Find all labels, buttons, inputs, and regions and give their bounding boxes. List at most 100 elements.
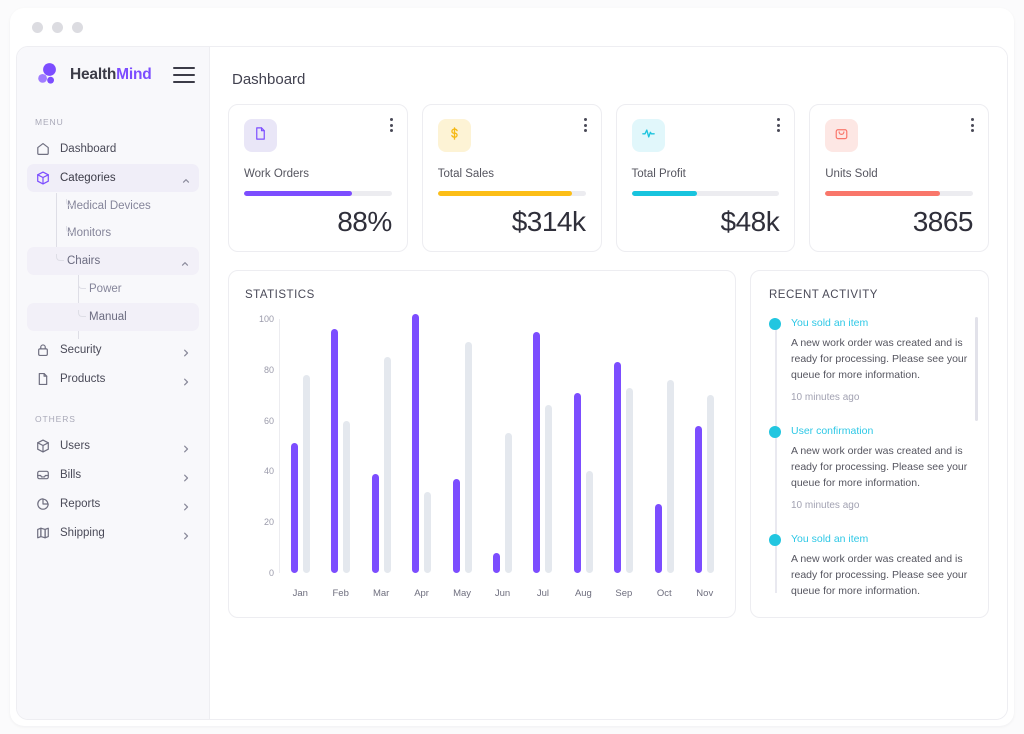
sidebar-item-dashboard[interactable]: Dashboard	[27, 135, 199, 163]
chevron-right-icon[interactable]	[181, 499, 191, 511]
chart-bar[interactable]	[626, 387, 634, 573]
chart-bar[interactable]	[464, 341, 472, 573]
chevron-right-icon[interactable]	[181, 528, 191, 540]
chevron-up-icon[interactable]	[181, 173, 191, 183]
chart-bar-group[interactable]: Feb	[320, 319, 360, 599]
chart-y-tick: 0	[268, 568, 274, 578]
kpi-card-total-profit[interactable]: Total Profit $48k	[615, 104, 796, 252]
chart-bar-group[interactable]: Aug	[563, 319, 603, 599]
sidebar-subitem-power-label: Power	[89, 283, 122, 295]
chart-bar[interactable]	[533, 331, 541, 573]
kpi-progress-track	[244, 191, 392, 196]
activity-item-title[interactable]: You sold an item	[791, 317, 972, 329]
sidebar-item-categories[interactable]: Categories	[27, 164, 199, 192]
chart-bar[interactable]	[573, 392, 581, 573]
kpi-progress-fill	[437, 191, 573, 196]
chart-bar[interactable]	[492, 552, 500, 573]
chart-bar[interactable]	[695, 425, 703, 573]
sidebar-subitem-medical-devices[interactable]: Medical Devices	[27, 193, 199, 219]
sidebar-item-products[interactable]: Products	[27, 365, 199, 393]
kpi-label: Units Sold	[825, 168, 878, 180]
cube-icon	[35, 170, 51, 186]
sidebar-subitem-power[interactable]: Power	[27, 276, 199, 302]
kpi-icon-container	[631, 119, 665, 152]
cube-icon	[35, 438, 51, 454]
chart-bar[interactable]	[614, 362, 622, 573]
chart-x-tick: Apr	[414, 588, 429, 599]
sidebar-item-reports[interactable]: Reports	[27, 490, 199, 518]
chart-bar[interactable]	[343, 420, 351, 573]
chart-bar-group[interactable]: Jul	[523, 319, 563, 599]
chart-x-tick: Nov	[696, 588, 714, 599]
chart-y-tick: 100	[258, 314, 274, 324]
chart-bar[interactable]	[331, 329, 339, 573]
chart-bar[interactable]	[412, 313, 420, 573]
window-traffic-lights	[32, 22, 83, 33]
sidebar-item-users[interactable]: Users	[27, 432, 199, 460]
activity-item-title[interactable]: User confirmation	[791, 425, 972, 437]
chart-bar-group[interactable]: Apr	[401, 313, 441, 599]
dollar-icon	[446, 125, 463, 147]
chart-y-tick: 60	[263, 415, 274, 426]
statistics-title: STATISTICS	[245, 289, 315, 301]
lock-icon	[35, 342, 51, 358]
kpi-more-options-button[interactable]	[777, 118, 781, 132]
kpi-more-options-button[interactable]	[971, 118, 974, 132]
minimize-window-dot[interactable]	[52, 22, 63, 33]
close-window-dot[interactable]	[32, 22, 43, 33]
chart-bar-group[interactable]: May	[442, 319, 482, 599]
kpi-card-row: Work Orders 88% Total Sales $314k Total …	[228, 104, 989, 252]
chart-bar[interactable]	[585, 471, 593, 573]
chart-bar[interactable]	[707, 395, 715, 573]
hamburger-menu-icon[interactable]	[173, 67, 195, 83]
sidebar-item-shipping[interactable]: Shipping	[27, 519, 199, 547]
healthmind-logo	[33, 61, 61, 89]
chart-bar-group[interactable]: Nov	[685, 319, 725, 599]
kpi-progress-fill	[244, 191, 352, 196]
kpi-progress-fill	[825, 191, 941, 196]
kpi-value: 88%	[337, 205, 392, 237]
sidebar-subitem-monitors[interactable]: Monitors	[27, 220, 199, 246]
sidebar-subitem-manual[interactable]: Manual	[27, 303, 199, 331]
chart-bar[interactable]	[371, 473, 379, 573]
chart-bar-group[interactable]: Jun	[482, 319, 522, 599]
chart-bar[interactable]	[424, 491, 432, 573]
chart-bar[interactable]	[290, 443, 298, 573]
chart-bar-group[interactable]: Oct	[644, 319, 684, 599]
kpi-icon-container	[437, 119, 471, 152]
activity-scrollbar[interactable]	[975, 317, 978, 421]
chevron-right-icon[interactable]	[181, 470, 191, 482]
kpi-more-options-button[interactable]	[583, 118, 587, 132]
chart-bar[interactable]	[452, 479, 460, 573]
kpi-more-options-button[interactable]	[389, 118, 393, 132]
chart-y-tick: 40	[263, 466, 274, 477]
activity-item[interactable]: You sold an item A new work order was cre…	[769, 533, 972, 599]
chart-bar[interactable]	[504, 433, 512, 573]
chart-bar[interactable]	[654, 504, 662, 573]
chart-x-tick: Sep	[615, 588, 633, 599]
activity-item[interactable]: User confirmation A new work order was cr…	[769, 425, 972, 511]
pie-chart-icon	[35, 496, 51, 512]
chart-bar[interactable]	[383, 357, 391, 573]
chart-bar[interactable]	[302, 374, 310, 573]
sidebar-item-bills[interactable]: Bills	[27, 461, 199, 489]
chart-bar-group[interactable]: Sep	[604, 319, 644, 599]
activity-item[interactable]: You sold an item A new work order was cre…	[769, 317, 972, 403]
kpi-value: 3865	[912, 205, 974, 237]
sidebar-subitem-chairs[interactable]: Chairs	[27, 247, 199, 275]
activity-item-title[interactable]: You sold an item	[791, 533, 972, 545]
sidebar-item-security[interactable]: Security	[27, 336, 199, 364]
chart-bar-group[interactable]: Mar	[361, 319, 401, 599]
chevron-up-icon[interactable]	[180, 256, 190, 266]
kpi-card-units-sold[interactable]: Units Sold 3865	[809, 104, 989, 252]
chevron-right-icon[interactable]	[181, 374, 191, 386]
statistics-panel: STATISTICS 0 20 40 60 80 100 Jan Feb Mar Apr May J…	[228, 270, 736, 618]
maximize-window-dot[interactable]	[72, 22, 83, 33]
chart-bar-group[interactable]: Jan	[280, 319, 320, 599]
chart-bar[interactable]	[666, 379, 674, 573]
chevron-right-icon[interactable]	[181, 345, 191, 357]
chevron-right-icon[interactable]	[181, 441, 191, 453]
kpi-card-work-orders[interactable]: Work Orders 88%	[228, 104, 408, 252]
chart-bar[interactable]	[545, 405, 553, 573]
kpi-card-total-sales[interactable]: Total Sales $314k	[421, 104, 602, 252]
